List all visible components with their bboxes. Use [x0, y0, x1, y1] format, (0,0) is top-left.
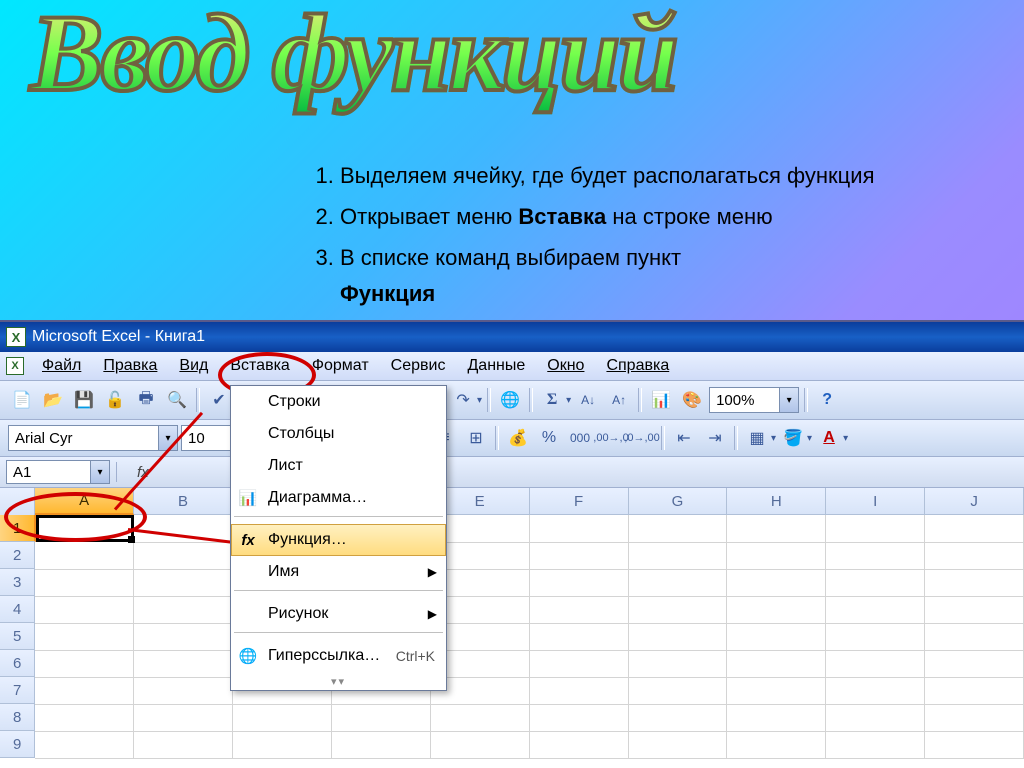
menu-file[interactable]: Файл: [32, 354, 91, 378]
col-head-I[interactable]: I: [826, 488, 925, 515]
excel-window: X Microsoft Excel - Книга1 X Файл Правка…: [0, 320, 1024, 768]
separator: [495, 426, 499, 450]
step-1: Выделяем ячейку, где будет располагаться…: [340, 158, 874, 193]
chart-wizard-icon[interactable]: 📊: [647, 386, 675, 414]
col-head-H[interactable]: H: [727, 488, 826, 515]
name-box[interactable]: A1▾: [6, 460, 110, 484]
menu-item-chart[interactable]: 📊Диаграмма…: [231, 482, 446, 514]
print-icon[interactable]: 🖶: [132, 386, 160, 414]
row-head-9[interactable]: 9: [0, 731, 35, 758]
merge-icon[interactable]: ⊞: [462, 424, 490, 452]
row-head-3[interactable]: 3: [0, 569, 35, 596]
redo-icon[interactable]: ↷: [449, 386, 477, 414]
menubar[interactable]: X Файл Правка Вид Вставка Формат Сервис …: [0, 352, 1024, 381]
menu-help[interactable]: Справка: [596, 354, 679, 378]
menu-insert[interactable]: Вставка: [220, 354, 299, 378]
submenu-arrow-icon: ▶: [428, 607, 437, 621]
separator: [638, 388, 642, 412]
autosum-icon[interactable]: Σ: [538, 386, 566, 414]
separator: [529, 388, 533, 412]
step-2: Открывает меню Вставка на строке меню: [340, 199, 874, 234]
menu-tools[interactable]: Сервис: [381, 354, 456, 378]
row-head-1[interactable]: 1: [0, 515, 36, 542]
zoom-box[interactable]: 100%▾: [709, 387, 799, 413]
separator: [804, 388, 808, 412]
excel-icon: X: [6, 327, 26, 347]
row-head-5[interactable]: 5: [0, 623, 35, 650]
hyperlink-icon: 🌐: [238, 646, 258, 666]
step-3: В списке команд выбираем пункт Функция: [340, 240, 874, 310]
fx-button[interactable]: fx: [137, 464, 149, 481]
separator: [661, 426, 665, 450]
menu-edit[interactable]: Правка: [93, 354, 167, 378]
col-head-B[interactable]: B: [134, 488, 233, 515]
spelling-icon[interactable]: ✔: [205, 386, 233, 414]
print-preview-icon[interactable]: 🔍: [163, 386, 191, 414]
help-icon[interactable]: ?: [813, 386, 841, 414]
fx-icon: fx: [238, 530, 258, 550]
comma-icon[interactable]: 000: [566, 424, 594, 452]
separator: [116, 462, 119, 482]
drawing-icon[interactable]: 🎨: [678, 386, 706, 414]
currency-icon[interactable]: 💰: [504, 424, 532, 452]
separator: [196, 388, 200, 412]
formula-bar: A1▾ fx: [0, 457, 1024, 488]
excel-workbook-icon: X: [6, 357, 24, 375]
new-icon[interactable]: 📄: [8, 386, 36, 414]
select-all-corner[interactable]: [0, 488, 35, 516]
menu-format[interactable]: Формат: [302, 354, 379, 378]
open-icon[interactable]: 📂: [39, 386, 67, 414]
menu-item-function[interactable]: fxФункция…: [231, 524, 446, 556]
menu-item-cols[interactable]: Столбцы: [231, 418, 446, 450]
separator: [734, 426, 738, 450]
fill-color-icon[interactable]: 🪣: [779, 424, 807, 452]
separator: [234, 590, 443, 596]
titlebar: X Microsoft Excel - Книга1: [0, 322, 1024, 352]
window-title: Microsoft Excel - Книга1: [32, 328, 205, 346]
inc-indent-icon[interactable]: ⇥: [701, 424, 729, 452]
separator: [487, 388, 491, 412]
format-toolbar: Arial Cyr▾ 10▾ Ж К Ч ≡ ≡ ≡ ⊞ 💰 % 000 ,00…: [0, 420, 1024, 457]
menu-window[interactable]: Окно: [537, 354, 594, 378]
chart-icon: 📊: [238, 488, 258, 508]
steps-list: Выделяем ячейку, где будет располагаться…: [310, 158, 874, 317]
sort-desc-icon[interactable]: A↑: [605, 386, 633, 414]
inc-decimal-icon[interactable]: ,00→,0: [597, 424, 625, 452]
dec-indent-icon[interactable]: ⇤: [670, 424, 698, 452]
menu-item-hyperlink[interactable]: 🌐Гиперссылка…Ctrl+K: [231, 640, 446, 672]
worksheet-grid[interactable]: A B C D E F G H I J 1 2 3 4 5 6 7 8 9: [0, 488, 1024, 768]
borders-icon[interactable]: ▦: [743, 424, 771, 452]
menu-item-rows[interactable]: Строки: [231, 386, 446, 418]
font-name-box[interactable]: Arial Cyr▾: [8, 425, 178, 451]
col-head-J[interactable]: J: [925, 488, 1024, 515]
dec-decimal-icon[interactable]: ,0→,00: [628, 424, 656, 452]
menu-item-picture[interactable]: Рисунок▶: [231, 598, 446, 630]
insert-dropdown-menu[interactable]: Строки Столбцы Лист 📊Диаграмма… fxФункци…: [230, 385, 447, 691]
sort-asc-icon[interactable]: A↓: [574, 386, 602, 414]
percent-icon[interactable]: %: [535, 424, 563, 452]
row-head-4[interactable]: 4: [0, 596, 35, 623]
menu-expand-icon[interactable]: ▾▾: [231, 672, 446, 690]
row-head-8[interactable]: 8: [0, 704, 35, 731]
col-head-F[interactable]: F: [530, 488, 629, 515]
hyperlink-icon[interactable]: 🌐: [496, 386, 524, 414]
menu-item-name[interactable]: Имя▶: [231, 556, 446, 588]
submenu-arrow-icon: ▶: [428, 565, 437, 579]
menu-data[interactable]: Данные: [457, 354, 535, 378]
save-icon[interactable]: 💾: [70, 386, 98, 414]
row-head-2[interactable]: 2: [0, 542, 35, 569]
separator: [234, 632, 443, 638]
separator: [234, 516, 443, 522]
row-head-6[interactable]: 6: [0, 650, 35, 677]
standard-toolbar: 📄 📂 💾 🔓 🖶 🔍 ✔ 📚 ✂ 📋 📋 🖌 ↶▾ ↷▾ 🌐 Σ▾ A↓ A↑: [0, 381, 1024, 420]
row-head-7[interactable]: 7: [0, 677, 35, 704]
col-head-A[interactable]: A: [35, 488, 134, 515]
menu-item-sheet[interactable]: Лист: [231, 450, 446, 482]
cell-A1[interactable]: [36, 515, 134, 542]
menu-view[interactable]: Вид: [169, 354, 218, 378]
permission-icon[interactable]: 🔓: [101, 386, 129, 414]
wordart-title: Ввод функций: [30, 0, 676, 117]
font-color-icon[interactable]: A: [815, 424, 843, 452]
col-head-G[interactable]: G: [629, 488, 728, 515]
